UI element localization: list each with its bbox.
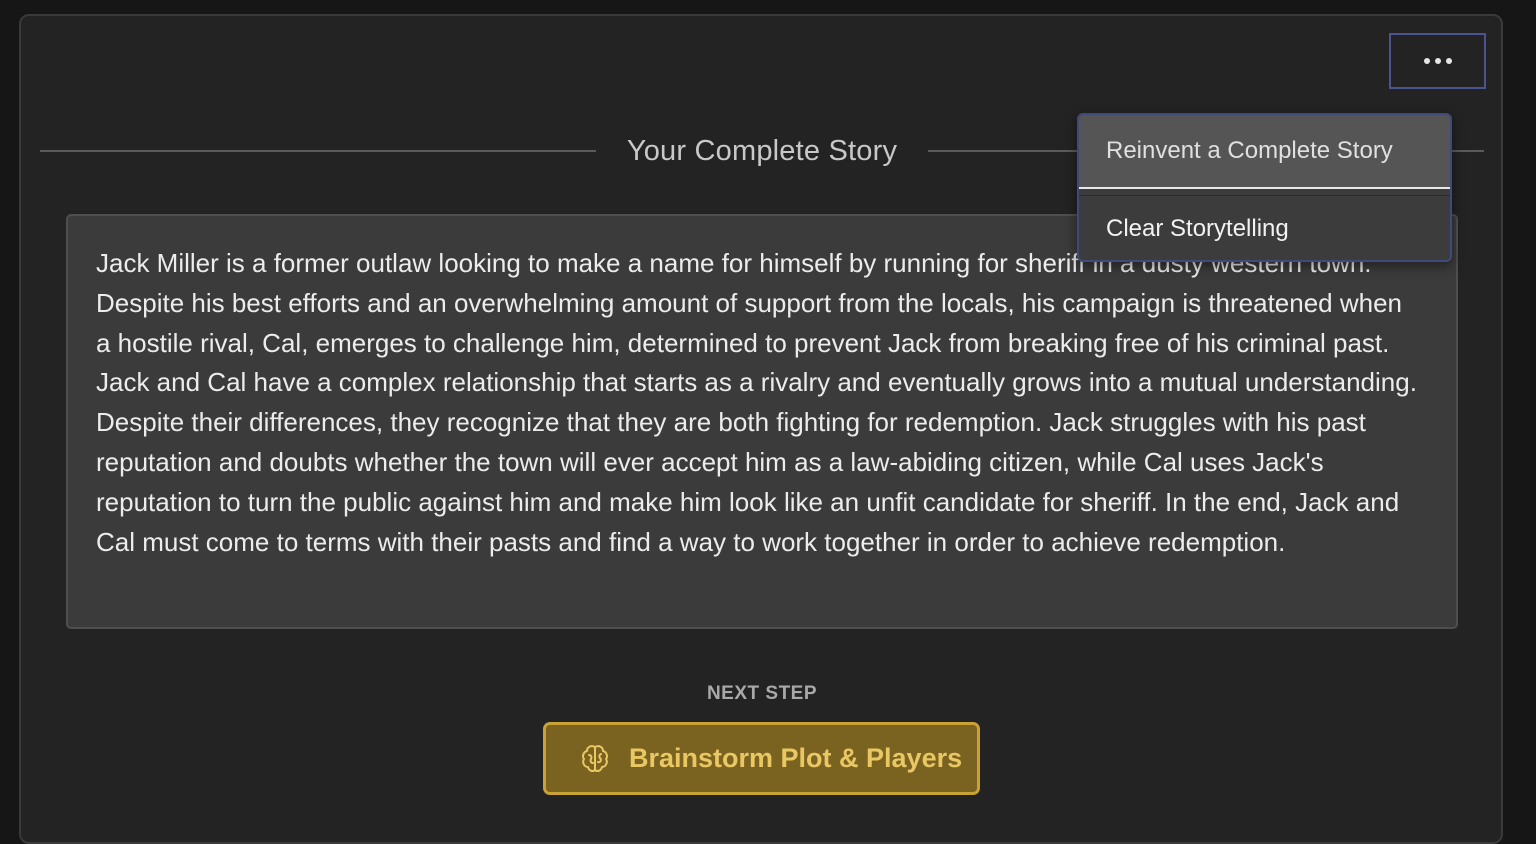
story-text: Jack Miller is a former outlaw looking t…	[96, 248, 1417, 557]
ellipsis-icon	[1434, 58, 1441, 64]
story-text-box[interactable]: Jack Miller is a former outlaw looking t…	[66, 214, 1458, 629]
ellipsis-icon	[1445, 58, 1452, 64]
next-step-label: NEXT STEP	[706, 683, 818, 704]
brainstorm-button-label: Brainstorm Plot & Players	[629, 743, 963, 773]
ellipsis-icon	[1423, 58, 1430, 64]
more-options-button[interactable]	[1389, 33, 1486, 89]
menu-item-label: Reinvent a Complete Story	[1106, 137, 1393, 164]
brainstorm-plot-players-button[interactable]: Brainstorm Plot & Players	[543, 722, 980, 795]
brain-icon	[577, 741, 613, 777]
section-title: Your Complete Story	[626, 135, 898, 167]
options-dropdown-menu: Reinvent a Complete Story Clear Storytel…	[1077, 113, 1452, 262]
menu-item-label: Clear Storytelling	[1106, 215, 1289, 242]
divider-left	[40, 150, 596, 152]
menu-item-reinvent-story[interactable]: Reinvent a Complete Story	[1079, 115, 1450, 189]
menu-item-clear-storytelling[interactable]: Clear Storytelling	[1079, 195, 1450, 260]
